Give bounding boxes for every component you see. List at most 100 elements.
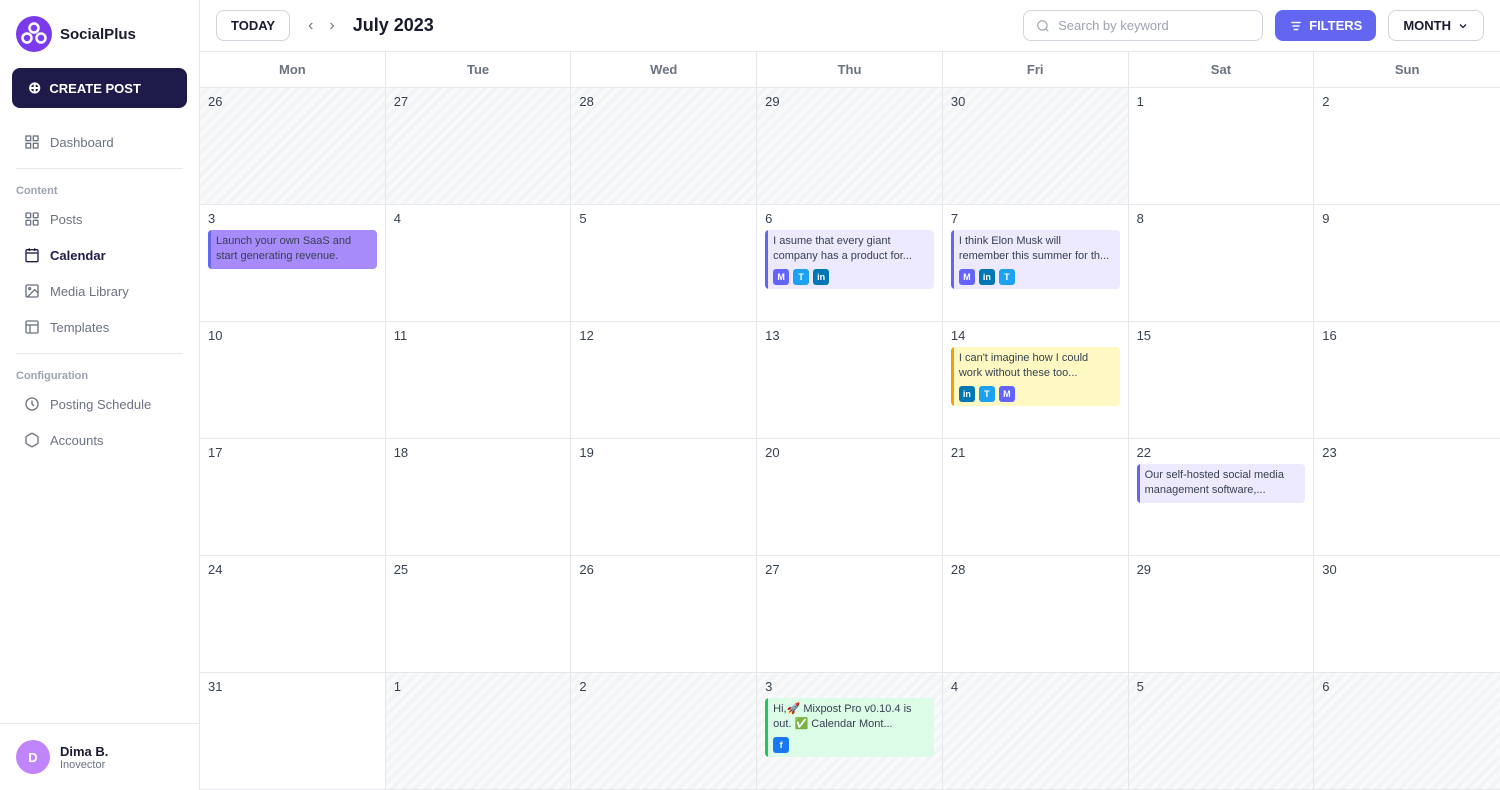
calendar-day[interactable]: 27 (386, 88, 572, 205)
calendar-day[interactable]: 9 (1314, 205, 1500, 322)
accounts-label: Accounts (50, 433, 103, 448)
day-number: 15 (1137, 328, 1306, 343)
sidebar-item-media-library[interactable]: Media Library (8, 274, 191, 308)
day-header-sat: Sat (1129, 52, 1315, 87)
create-post-label: CREATE POST (49, 81, 141, 96)
sidebar-item-calendar[interactable]: Calendar (8, 238, 191, 272)
event-bar (765, 230, 768, 289)
day-number: 3 (208, 211, 377, 226)
calendar-day[interactable]: 14I can't imagine how I could work witho… (943, 322, 1129, 439)
create-post-button[interactable]: ⊕ CREATE POST (12, 68, 187, 108)
filters-button[interactable]: FILTERS (1275, 10, 1376, 41)
sidebar-item-posting-schedule[interactable]: Posting Schedule (8, 387, 191, 421)
calendar-day[interactable]: 26 (200, 88, 386, 205)
calendar-day[interactable]: 16 (1314, 322, 1500, 439)
calendar-day[interactable]: 23 (1314, 439, 1500, 556)
calendar-day[interactable]: 19 (571, 439, 757, 556)
event-text: I asume that every giant company has a p… (773, 234, 928, 265)
calendar-day[interactable]: 20 (757, 439, 943, 556)
calendar-day[interactable]: 11 (386, 322, 572, 439)
calendar-day[interactable]: 21 (943, 439, 1129, 556)
calendar-day[interactable]: 8 (1129, 205, 1315, 322)
calendar-day[interactable]: 6 (1314, 673, 1500, 790)
event-bar (951, 347, 954, 406)
sidebar-item-posts[interactable]: Posts (8, 202, 191, 236)
event-bar (951, 230, 954, 289)
event-icons: inTM (959, 386, 1114, 402)
calendar-day[interactable]: 5 (571, 205, 757, 322)
day-number: 9 (1322, 211, 1492, 226)
day-number: 29 (765, 94, 934, 109)
day-number: 20 (765, 445, 934, 460)
calendar-day[interactable]: 30 (1314, 556, 1500, 673)
day-number: 30 (1322, 562, 1492, 577)
calendar-day[interactable]: 15 (1129, 322, 1315, 439)
view-selector-button[interactable]: MONTH (1388, 10, 1484, 41)
calendar-day[interactable]: 5 (1129, 673, 1315, 790)
event-card[interactable]: I asume that every giant company has a p… (765, 230, 934, 289)
calendar-day[interactable]: 12 (571, 322, 757, 439)
calendar-icon (24, 247, 40, 263)
calendar-day[interactable]: 2 (571, 673, 757, 790)
content-section-label: Content (0, 177, 199, 201)
calendar-day[interactable]: 3Hi,🚀 Mixpost Pro v0.10.4 is out. ✅ Cale… (757, 673, 943, 790)
calendar-day[interactable]: 29 (757, 88, 943, 205)
image-icon (24, 283, 40, 299)
calendar-day[interactable]: 28 (571, 88, 757, 205)
calendar-day[interactable]: 7I think Elon Musk will remember this su… (943, 205, 1129, 322)
calendar-day[interactable]: 27 (757, 556, 943, 673)
calendar-day[interactable]: 10 (200, 322, 386, 439)
user-profile: D Dima B. Inovector (0, 723, 199, 790)
prev-month-button[interactable]: ‹ (302, 13, 319, 39)
next-month-button[interactable]: › (323, 13, 340, 39)
month-navigation: ‹ › (302, 13, 341, 39)
calendar-day[interactable]: 29 (1129, 556, 1315, 673)
today-button[interactable]: TODAY (216, 10, 290, 41)
event-card[interactable]: Launch your own SaaS and start generatin… (208, 230, 377, 269)
day-number: 12 (579, 328, 748, 343)
calendar-day[interactable]: 22 Our self-hosted social media managemen… (1129, 439, 1315, 556)
calendar-day[interactable]: 28 (943, 556, 1129, 673)
day-number: 6 (765, 211, 934, 226)
calendar-day[interactable]: 3 Launch your own SaaS and start generati… (200, 205, 386, 322)
calendar-day[interactable]: 25 (386, 556, 572, 673)
calendar-day[interactable]: 4 (386, 205, 572, 322)
facebook-icon: f (773, 737, 789, 753)
twitter-icon: T (979, 386, 995, 402)
event-bar (1137, 464, 1140, 503)
day-number: 22 (1137, 445, 1306, 460)
logo-area: SocialPlus (0, 0, 199, 68)
day-number: 13 (765, 328, 934, 343)
calendar-day[interactable]: 26 (571, 556, 757, 673)
sidebar: SocialPlus ⊕ CREATE POST Dashboard Conte… (0, 0, 200, 790)
user-name: Dima B. (60, 744, 108, 759)
sidebar-item-templates[interactable]: Templates (8, 310, 191, 344)
calendar-day[interactable]: 17 (200, 439, 386, 556)
calendar-day[interactable]: 31 (200, 673, 386, 790)
day-number: 27 (765, 562, 934, 577)
event-card[interactable]: I think Elon Musk will remember this sum… (951, 230, 1120, 289)
event-card[interactable]: Hi,🚀 Mixpost Pro v0.10.4 is out. ✅ Calen… (765, 698, 934, 757)
calendar-day[interactable]: 24 (200, 556, 386, 673)
event-card[interactable]: Our self-hosted social media management … (1137, 464, 1306, 503)
config-section-label: Configuration (0, 362, 199, 386)
calendar-day[interactable]: 6 I asume that every giant company has a … (757, 205, 943, 322)
calendar-day[interactable]: 2 (1314, 88, 1500, 205)
view-label: MONTH (1403, 18, 1451, 33)
day-number: 31 (208, 679, 377, 694)
day-header-mon: Mon (200, 52, 386, 87)
calendar-day[interactable]: 4 (943, 673, 1129, 790)
event-card[interactable]: I can't imagine how I could work without… (951, 347, 1120, 406)
calendar-day[interactable]: 18 (386, 439, 572, 556)
sidebar-item-accounts[interactable]: Accounts (8, 423, 191, 457)
search-placeholder[interactable]: Search by keyword (1058, 18, 1169, 33)
calendar-day[interactable]: 1 (386, 673, 572, 790)
calendar-day[interactable]: 30 (943, 88, 1129, 205)
day-number: 25 (394, 562, 563, 577)
calendar-day[interactable]: 13 (757, 322, 943, 439)
day-number: 6 (1322, 679, 1492, 694)
sidebar-item-dashboard[interactable]: Dashboard (8, 125, 191, 159)
calendar-day[interactable]: 1 (1129, 88, 1315, 205)
event-bar (765, 698, 768, 757)
posts-icon (24, 211, 40, 227)
